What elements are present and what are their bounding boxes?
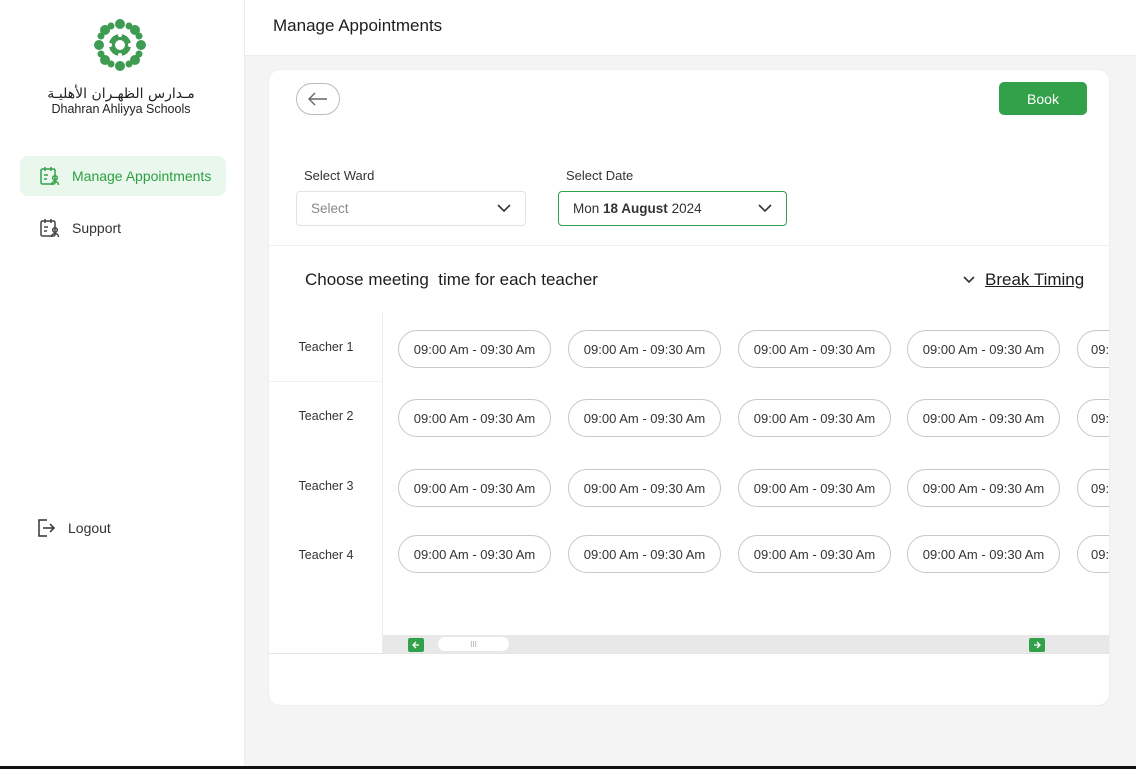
time-slot-button[interactable]: 09:00 Am - 09:30 Am <box>568 469 721 507</box>
scroll-left-button[interactable] <box>408 638 424 652</box>
sidebar-item-label: Manage Appointments <box>72 168 212 184</box>
time-slot-button[interactable]: 09:00 Am - 09:30 Am <box>738 535 891 573</box>
time-slot-button[interactable]: 09:00 Am - 09:30 Am <box>398 535 551 573</box>
ward-select[interactable]: Select <box>296 191 526 226</box>
brand-name-arabic: مـدارس الظهـران الأهليـة <box>47 86 195 102</box>
time-slot-button[interactable]: 09:00 Am - 09:30 Am <box>568 535 721 573</box>
row-divider <box>269 381 383 382</box>
time-slot-button[interactable]: 09:00 Am - 09:30 Am <box>398 399 551 437</box>
sidebar-item-manage-appointments[interactable]: Manage Appointments <box>20 156 226 196</box>
calendar-user-icon <box>38 164 62 188</box>
teacher-name: Teacher 1 <box>298 340 354 354</box>
teacher-schedule-grid: Teacher 1 Teacher 2 Teacher 3 Teacher 4 … <box>269 313 1109 654</box>
school-logo <box>91 16 149 74</box>
time-slot-button[interactable]: 09:00 Am - 09:30 Am <box>738 469 891 507</box>
time-slots-area: 09:00 Am - 09:30 Am 09:00 Am - 09:30 Am 09… <box>383 313 1109 635</box>
teacher-name: Teacher 3 <box>298 479 354 493</box>
time-slot-button[interactable]: 09:00 Am - 09:30 Am <box>1077 399 1109 437</box>
horizontal-scrollbar[interactable]: III <box>383 635 1109 653</box>
chevron-down-icon <box>758 204 772 213</box>
select-date-label: Select Date <box>566 168 634 183</box>
calendar-user-icon <box>38 216 62 240</box>
time-slot-button[interactable]: 09:00 Am - 09:30 Am <box>738 330 891 368</box>
time-slot-button[interactable]: 09:00 Am - 09:30 Am <box>907 330 1060 368</box>
arrow-left-icon <box>308 92 327 106</box>
date-select[interactable]: Mon 18 August 2024 <box>558 191 787 226</box>
arrow-left-icon <box>412 641 419 649</box>
logout-button[interactable]: Logout <box>16 508 222 548</box>
time-slot-button[interactable]: 09:00 Am - 09:30 Am <box>907 399 1060 437</box>
sidebar: مـدارس الظهـران الأهليـة Dhahran Ahliyya… <box>0 0 245 766</box>
date-day: Mon <box>573 201 600 216</box>
logout-label: Logout <box>68 520 111 536</box>
book-button[interactable]: Book <box>999 82 1087 115</box>
date-select-value: Mon 18 August 2024 <box>573 201 702 216</box>
time-slot-button[interactable]: 09:00 Am - 09:30 Am <box>1077 469 1109 507</box>
date-year: 2024 <box>671 201 702 216</box>
schedule-title: Choose meeting time for each teacher <box>305 270 598 289</box>
sidebar-item-label: Support <box>72 220 122 236</box>
page-title: Manage Appointments <box>273 16 443 35</box>
time-slot-button[interactable]: 09:00 Am - 09:30 Am <box>398 330 551 368</box>
brand-name-english: Dhahran Ahliyya Schools <box>51 102 191 116</box>
top-header: Manage Appointments <box>245 0 1136 56</box>
teacher-name: Teacher 4 <box>298 548 354 562</box>
scroll-right-button[interactable] <box>1029 638 1045 652</box>
date-day-month: 18 August <box>603 201 668 216</box>
arrow-right-icon <box>1034 641 1041 649</box>
time-slot-button[interactable]: 09:00 Am - 09:30 Am <box>1077 535 1109 573</box>
scrollbar-thumb[interactable]: III <box>438 637 509 651</box>
select-ward-label: Select Ward <box>304 168 375 183</box>
ward-select-value: Select <box>311 201 349 216</box>
chevron-down-icon <box>497 204 511 213</box>
time-slot-button[interactable]: 09:00 Am - 09:30 Am <box>568 330 721 368</box>
back-button[interactable] <box>296 83 340 115</box>
break-timing-link[interactable]: Break Timing <box>985 270 1084 290</box>
break-timing-toggle[interactable]: Break Timing <box>963 270 1084 290</box>
time-slot-button[interactable]: 09:00 Am - 09:30 Am <box>907 535 1060 573</box>
teacher-name: Teacher 2 <box>298 409 354 423</box>
logout-icon <box>34 516 58 540</box>
time-slot-button[interactable]: 09:00 Am - 09:30 Am <box>398 469 551 507</box>
teacher-names-column: Teacher 1 Teacher 2 Teacher 3 Teacher 4 <box>269 313 383 654</box>
time-slot-button[interactable]: 09:00 Am - 09:30 Am <box>907 469 1060 507</box>
chevron-down-icon <box>963 276 975 284</box>
appointments-card: Book Select Ward Select Select Date Mon … <box>268 69 1110 706</box>
time-slot-button[interactable]: 09:00 Am - 09:30 Am <box>568 399 721 437</box>
time-slot-button[interactable]: 09:00 Am - 09:30 Am <box>738 399 891 437</box>
divider <box>269 245 1109 246</box>
time-slot-button[interactable]: 09:00 Am - 09:30 Am <box>1077 330 1109 368</box>
sidebar-item-support[interactable]: Support <box>20 208 226 248</box>
